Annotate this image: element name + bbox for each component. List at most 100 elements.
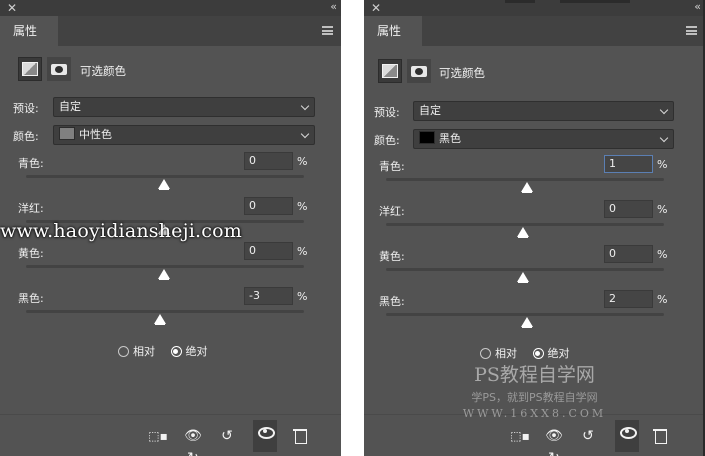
magenta-label: 洋红: <box>18 202 44 215</box>
layer-mask-icon[interactable] <box>407 59 431 83</box>
color-value: 黑色 <box>439 132 461 145</box>
close-icon[interactable]: ✕ <box>371 1 381 15</box>
percent-unit: % <box>657 248 668 261</box>
method-radio-group: 相对 绝对 <box>118 343 208 359</box>
tab-row: 属性 <box>0 16 341 46</box>
cyan-slider-thumb[interactable] <box>158 179 170 190</box>
collapse-icon[interactable]: ‹‹ <box>330 0 337 13</box>
top-artifact <box>560 0 630 3</box>
black-slider-track[interactable] <box>26 310 304 313</box>
cyan-label: 青色: <box>18 157 44 170</box>
absolute-label: 绝对 <box>185 345 208 358</box>
ps-watermark-url: WWW.16XX8.COM <box>462 407 607 420</box>
yellow-label: 黄色: <box>379 250 405 263</box>
site-watermark: www.haoyidiansheji.com <box>0 220 242 242</box>
yellow-slider-thumb[interactable] <box>158 269 170 280</box>
chevron-down-icon <box>300 129 310 139</box>
tab-properties[interactable]: 属性 <box>0 16 58 46</box>
bottom-toolbar: ⬚▪ 👁↻ ↺ <box>0 414 341 456</box>
magenta-input[interactable]: 0 <box>604 200 653 218</box>
adjustment-layer-icon[interactable] <box>18 57 42 81</box>
yellow-slider-thumb[interactable] <box>517 272 529 283</box>
panel-menu-icon[interactable] <box>322 26 333 35</box>
tab-row: 属性 <box>364 16 705 46</box>
color-label: 颜色: <box>13 130 39 143</box>
preset-label: 预设: <box>13 102 39 115</box>
cyan-slider-track[interactable] <box>26 175 304 178</box>
percent-unit: % <box>297 200 308 213</box>
preset-label: 预设: <box>374 106 400 119</box>
color-swatch <box>419 131 435 144</box>
percent-unit: % <box>297 245 308 258</box>
relative-radio[interactable] <box>480 348 491 359</box>
black-slider-thumb[interactable] <box>154 314 166 325</box>
percent-unit: % <box>657 158 668 171</box>
reset-icon[interactable]: ↺ <box>576 425 600 447</box>
cyan-label: 青色: <box>379 160 405 173</box>
yellow-slider-track[interactable] <box>26 265 304 268</box>
chevron-down-icon <box>659 105 669 115</box>
delete-trash-icon[interactable] <box>648 425 672 447</box>
cyan-slider-track[interactable] <box>386 178 664 181</box>
cyan-input[interactable]: 1 <box>604 155 653 173</box>
visibility-eye-icon[interactable] <box>253 420 277 452</box>
relative-label: 相对 <box>133 345 155 358</box>
relative-label: 相对 <box>495 347 517 360</box>
cyan-input[interactable]: 0 <box>244 152 293 170</box>
tab-properties[interactable]: 属性 <box>364 16 422 46</box>
yellow-slider-track[interactable] <box>386 268 664 271</box>
magenta-label: 洋红: <box>379 205 405 218</box>
panel-title-strip: ✕ ‹‹ <box>0 0 341 16</box>
percent-unit: % <box>657 203 668 216</box>
absolute-radio[interactable] <box>532 348 544 359</box>
yellow-input[interactable]: 0 <box>244 242 293 260</box>
bottom-toolbar: ⬚▪ 👁↻ ↺ <box>364 414 705 456</box>
yellow-label: 黄色: <box>18 247 44 260</box>
chevron-down-icon <box>659 133 669 143</box>
delete-trash-icon[interactable] <box>288 425 312 447</box>
absolute-label: 绝对 <box>547 347 570 360</box>
black-input[interactable]: -3 <box>244 287 293 305</box>
preset-dropdown[interactable]: 自定 <box>53 97 315 117</box>
black-slider-track[interactable] <box>386 313 664 316</box>
clip-to-layer-icon[interactable]: ⬚▪ <box>146 425 170 447</box>
color-label: 颜色: <box>374 134 400 147</box>
percent-unit: % <box>297 155 308 168</box>
top-artifact <box>505 0 535 3</box>
black-label: 黑色: <box>18 292 44 305</box>
panel-menu-icon[interactable] <box>686 26 697 35</box>
adjustment-title: 可选颜色 <box>439 66 485 80</box>
color-dropdown[interactable]: 中性色 <box>53 125 315 145</box>
view-previous-state-icon[interactable]: 👁↻ <box>181 425 205 456</box>
view-previous-state-icon[interactable]: 👁↻ <box>542 425 566 456</box>
preset-dropdown[interactable]: 自定 <box>413 101 674 121</box>
magenta-slider-thumb[interactable] <box>517 227 529 238</box>
yellow-input[interactable]: 0 <box>604 245 653 263</box>
clip-to-layer-icon[interactable]: ⬚▪ <box>508 425 532 447</box>
preset-value: 自定 <box>419 104 441 117</box>
layer-mask-icon[interactable] <box>47 57 71 81</box>
close-icon[interactable]: ✕ <box>7 1 17 15</box>
percent-unit: % <box>297 290 308 303</box>
absolute-radio[interactable] <box>170 346 182 357</box>
adjustment-layer-icon[interactable] <box>378 59 402 83</box>
black-slider-thumb[interactable] <box>521 317 533 328</box>
black-label: 黑色: <box>379 295 405 308</box>
color-swatch <box>59 127 75 140</box>
preset-value: 自定 <box>59 100 81 113</box>
visibility-eye-icon[interactable] <box>615 420 639 452</box>
cyan-slider-thumb[interactable] <box>521 182 533 193</box>
color-value: 中性色 <box>79 128 112 141</box>
relative-radio[interactable] <box>118 346 129 357</box>
magenta-input[interactable]: 0 <box>244 197 293 215</box>
collapse-icon[interactable]: ‹‹ <box>694 0 701 13</box>
ps-watermark-slogan: 学PS，就到PS教程自学网 <box>471 391 598 404</box>
magenta-slider-track[interactable] <box>386 223 664 226</box>
color-dropdown[interactable]: 黑色 <box>413 129 674 149</box>
reset-icon[interactable]: ↺ <box>215 425 239 447</box>
adjustment-title: 可选颜色 <box>80 64 126 78</box>
percent-unit: % <box>657 293 668 306</box>
gap <box>341 0 364 456</box>
black-input[interactable]: 2 <box>604 290 653 308</box>
method-radio-group: 相对 绝对 <box>480 345 570 361</box>
